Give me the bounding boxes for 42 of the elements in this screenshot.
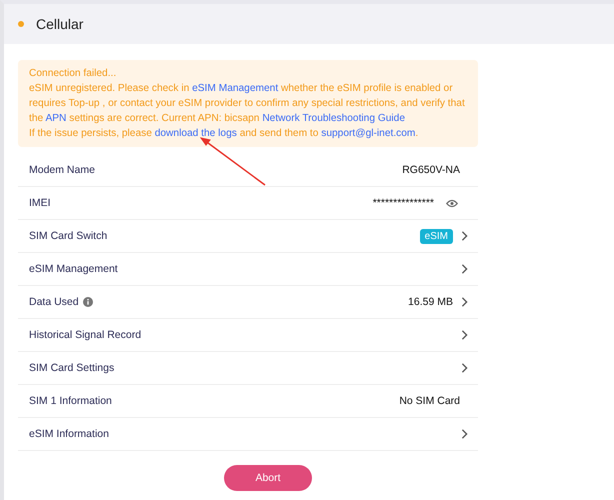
row-label: SIM Card Switch [29, 230, 108, 242]
alert-link[interactable]: Network Troubleshooting Guide [262, 113, 406, 124]
chevron-icon[interactable] [461, 363, 468, 373]
chevron-icon[interactable] [461, 231, 468, 241]
settings-row[interactable]: Modem Name RG650V-NA [18, 154, 478, 187]
alert-link[interactable]: support@gl-inet.com [321, 128, 416, 139]
status-dot-icon [18, 21, 24, 27]
chevron-icon[interactable] [461, 297, 468, 307]
row-label: IMEI [29, 197, 51, 209]
alert-link[interactable]: download the logs [154, 128, 237, 139]
alert-text: If the issue persists, please download the logs and send them to support@gl-inet.com. [29, 127, 420, 141]
settings-row[interactable]: SIM Card Settings [18, 352, 478, 385]
page-title: Cellular [36, 16, 84, 32]
settings-row[interactable]: eSIM Management [18, 253, 478, 286]
row-value: 16.59 MB [408, 296, 453, 308]
chevron-icon[interactable] [461, 429, 468, 439]
settings-row[interactable]: SIM Card Switch eSIM [18, 220, 478, 253]
sim-badge: eSIM [420, 228, 453, 244]
row-label: SIM Card Settings [29, 362, 114, 374]
settings-row[interactable]: Historical Signal Record [18, 319, 478, 352]
settings-row[interactable]: eSIM Information [18, 418, 478, 451]
row-label: SIM 1 Information [29, 395, 112, 407]
row-label: eSIM Management [29, 263, 118, 275]
row-label: Historical Signal Record [29, 329, 142, 341]
abort-button[interactable]: Abort [224, 465, 312, 491]
annotation-arrow [200, 137, 266, 186]
eye-icon[interactable] [446, 198, 458, 208]
row-label: Modem Name [29, 164, 95, 176]
alert-text: Connection failed... [29, 67, 118, 81]
row-value: RG650V-NA [402, 164, 460, 176]
chevron-icon[interactable] [461, 330, 468, 340]
settings-row[interactable]: SIM 1 Information No SIM Card [18, 385, 478, 418]
row-label: Data Used [29, 296, 79, 308]
row-value: *************** [372, 197, 434, 209]
info-icon[interactable] [82, 297, 93, 307]
settings-row[interactable]: IMEI *************** [18, 187, 478, 220]
row-value: No SIM Card [399, 395, 460, 407]
settings-row[interactable]: Data Used 16.59 MB [18, 286, 478, 319]
alert-link[interactable]: APN [45, 113, 66, 124]
chevron-icon[interactable] [461, 264, 468, 274]
alert-link[interactable]: eSIM Management [192, 83, 278, 94]
row-label: eSIM Information [29, 428, 109, 440]
